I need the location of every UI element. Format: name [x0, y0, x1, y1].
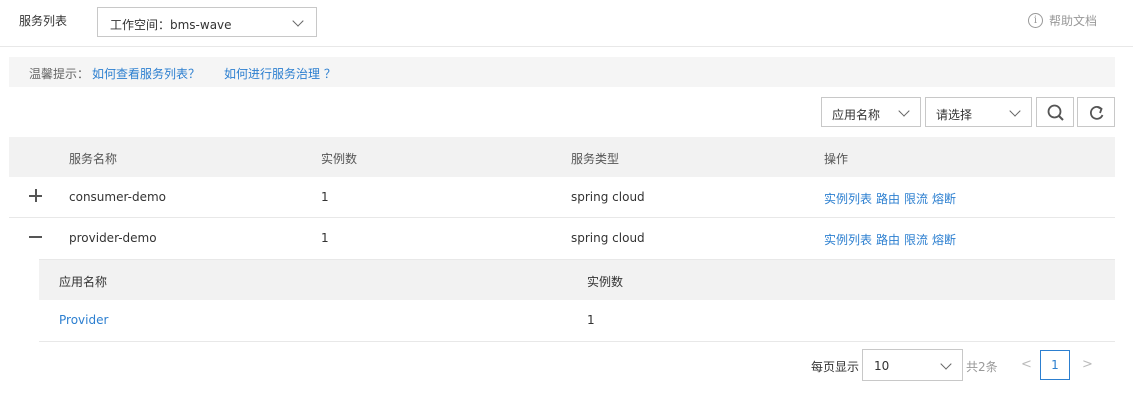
per-page-label: 每页显示 — [811, 360, 860, 374]
search-value-placeholder: 请选择 — [936, 108, 973, 122]
column-header: 实例数 — [587, 275, 624, 289]
help-docs-label: 帮助文档 — [1048, 14, 1097, 28]
expand-row-button[interactable] — [29, 189, 43, 203]
app-name: Provider — [59, 313, 108, 327]
total-count: 共2条 — [966, 360, 998, 374]
instance-count: 1 — [321, 231, 329, 245]
route-link[interactable]: 路由 — [876, 233, 900, 247]
page-size-value: 10 — [874, 359, 890, 373]
workspace-select-value: 工作空间：bms-wave — [110, 18, 232, 32]
table-row: consumer-demo 1 spring cloud 实例列表 路由 限流 熔断 — [9, 177, 1115, 218]
pagination: 每页显示 10 共2条 < 1 > — [0, 349, 1133, 381]
service-governance-help-link[interactable]: 如何进行服务治理 ？ — [224, 65, 336, 82]
chevron-down-icon — [1009, 105, 1021, 117]
refresh-icon — [1090, 105, 1104, 120]
page-size-select[interactable]: 10 — [862, 349, 963, 381]
info-icon: i — [1027, 13, 1043, 28]
instance-list-link[interactable]: 实例列表 — [824, 192, 872, 206]
search-icon — [1047, 104, 1064, 121]
collapse-row-button[interactable] — [29, 230, 43, 244]
service-table: 服务名称 实例数 服务类型 操作 consumer-demo 1 spring … — [9, 137, 1115, 342]
search-field-value: 应用名称 — [832, 108, 881, 122]
chevron-down-icon — [898, 105, 910, 117]
instance-list-link[interactable]: 实例列表 — [824, 233, 872, 247]
column-header: 实例数 — [321, 152, 358, 166]
help-docs-link[interactable]: i 帮助文档 — [1027, 12, 1097, 29]
service-name: provider-demo — [69, 231, 157, 245]
route-link[interactable]: 路由 — [876, 192, 900, 206]
service-type: spring cloud — [571, 190, 645, 204]
chevron-down-icon — [940, 358, 952, 370]
circuit-breaker-link[interactable]: 熔断 — [932, 233, 956, 247]
circuit-breaker-link[interactable]: 熔断 — [932, 192, 956, 206]
view-service-list-help-link[interactable]: 如何查看服务列表？ — [92, 65, 200, 82]
expanded-subtable: 应用名称 实例数 Provider 1 — [39, 259, 1115, 342]
instance-count: 1 — [321, 190, 329, 204]
column-header: 应用名称 — [59, 275, 108, 289]
row-actions: 实例列表 路由 限流 熔断 — [824, 231, 960, 248]
search-field-select[interactable]: 应用名称 — [821, 97, 921, 127]
chevron-down-icon — [292, 15, 304, 27]
service-type: spring cloud — [571, 231, 645, 245]
column-header: 操作 — [824, 152, 849, 166]
rate-limit-link[interactable]: 限流 — [904, 192, 928, 206]
search-button[interactable] — [1036, 97, 1074, 127]
table-row: provider-demo 1 spring cloud 实例列表 路由 限流 熔断 — [9, 218, 1115, 259]
column-header: 服务类型 — [571, 152, 620, 166]
tip-label: 温馨提示： — [29, 67, 90, 81]
table-header: 服务名称 实例数 服务类型 操作 — [9, 137, 1115, 177]
app-name-link[interactable]: Provider — [59, 313, 108, 327]
prev-page-button[interactable]: < — [1021, 357, 1032, 372]
subtable-row: Provider 1 — [39, 300, 1115, 341]
rate-limit-link[interactable]: 限流 — [904, 233, 928, 247]
instance-count: 1 — [587, 313, 595, 327]
page-title: 服务列表 — [19, 14, 68, 28]
tip-bar: 温馨提示： 如何查看服务列表？ 如何进行服务治理 ？ — [9, 57, 1115, 87]
subtable-header: 应用名称 实例数 — [39, 260, 1115, 300]
column-header: 服务名称 — [69, 152, 118, 166]
refresh-button[interactable] — [1077, 97, 1115, 127]
workspace-select[interactable]: 工作空间：bms-wave — [97, 7, 317, 37]
search-value-select[interactable]: 请选择 — [925, 97, 1032, 127]
row-actions: 实例列表 路由 限流 熔断 — [824, 190, 960, 207]
header-bar: 服务列表 工作空间：bms-wave i 帮助文档 — [0, 0, 1133, 47]
next-page-button[interactable]: > — [1082, 357, 1093, 372]
service-name: consumer-demo — [69, 190, 167, 204]
page-number-current[interactable]: 1 — [1040, 350, 1070, 380]
